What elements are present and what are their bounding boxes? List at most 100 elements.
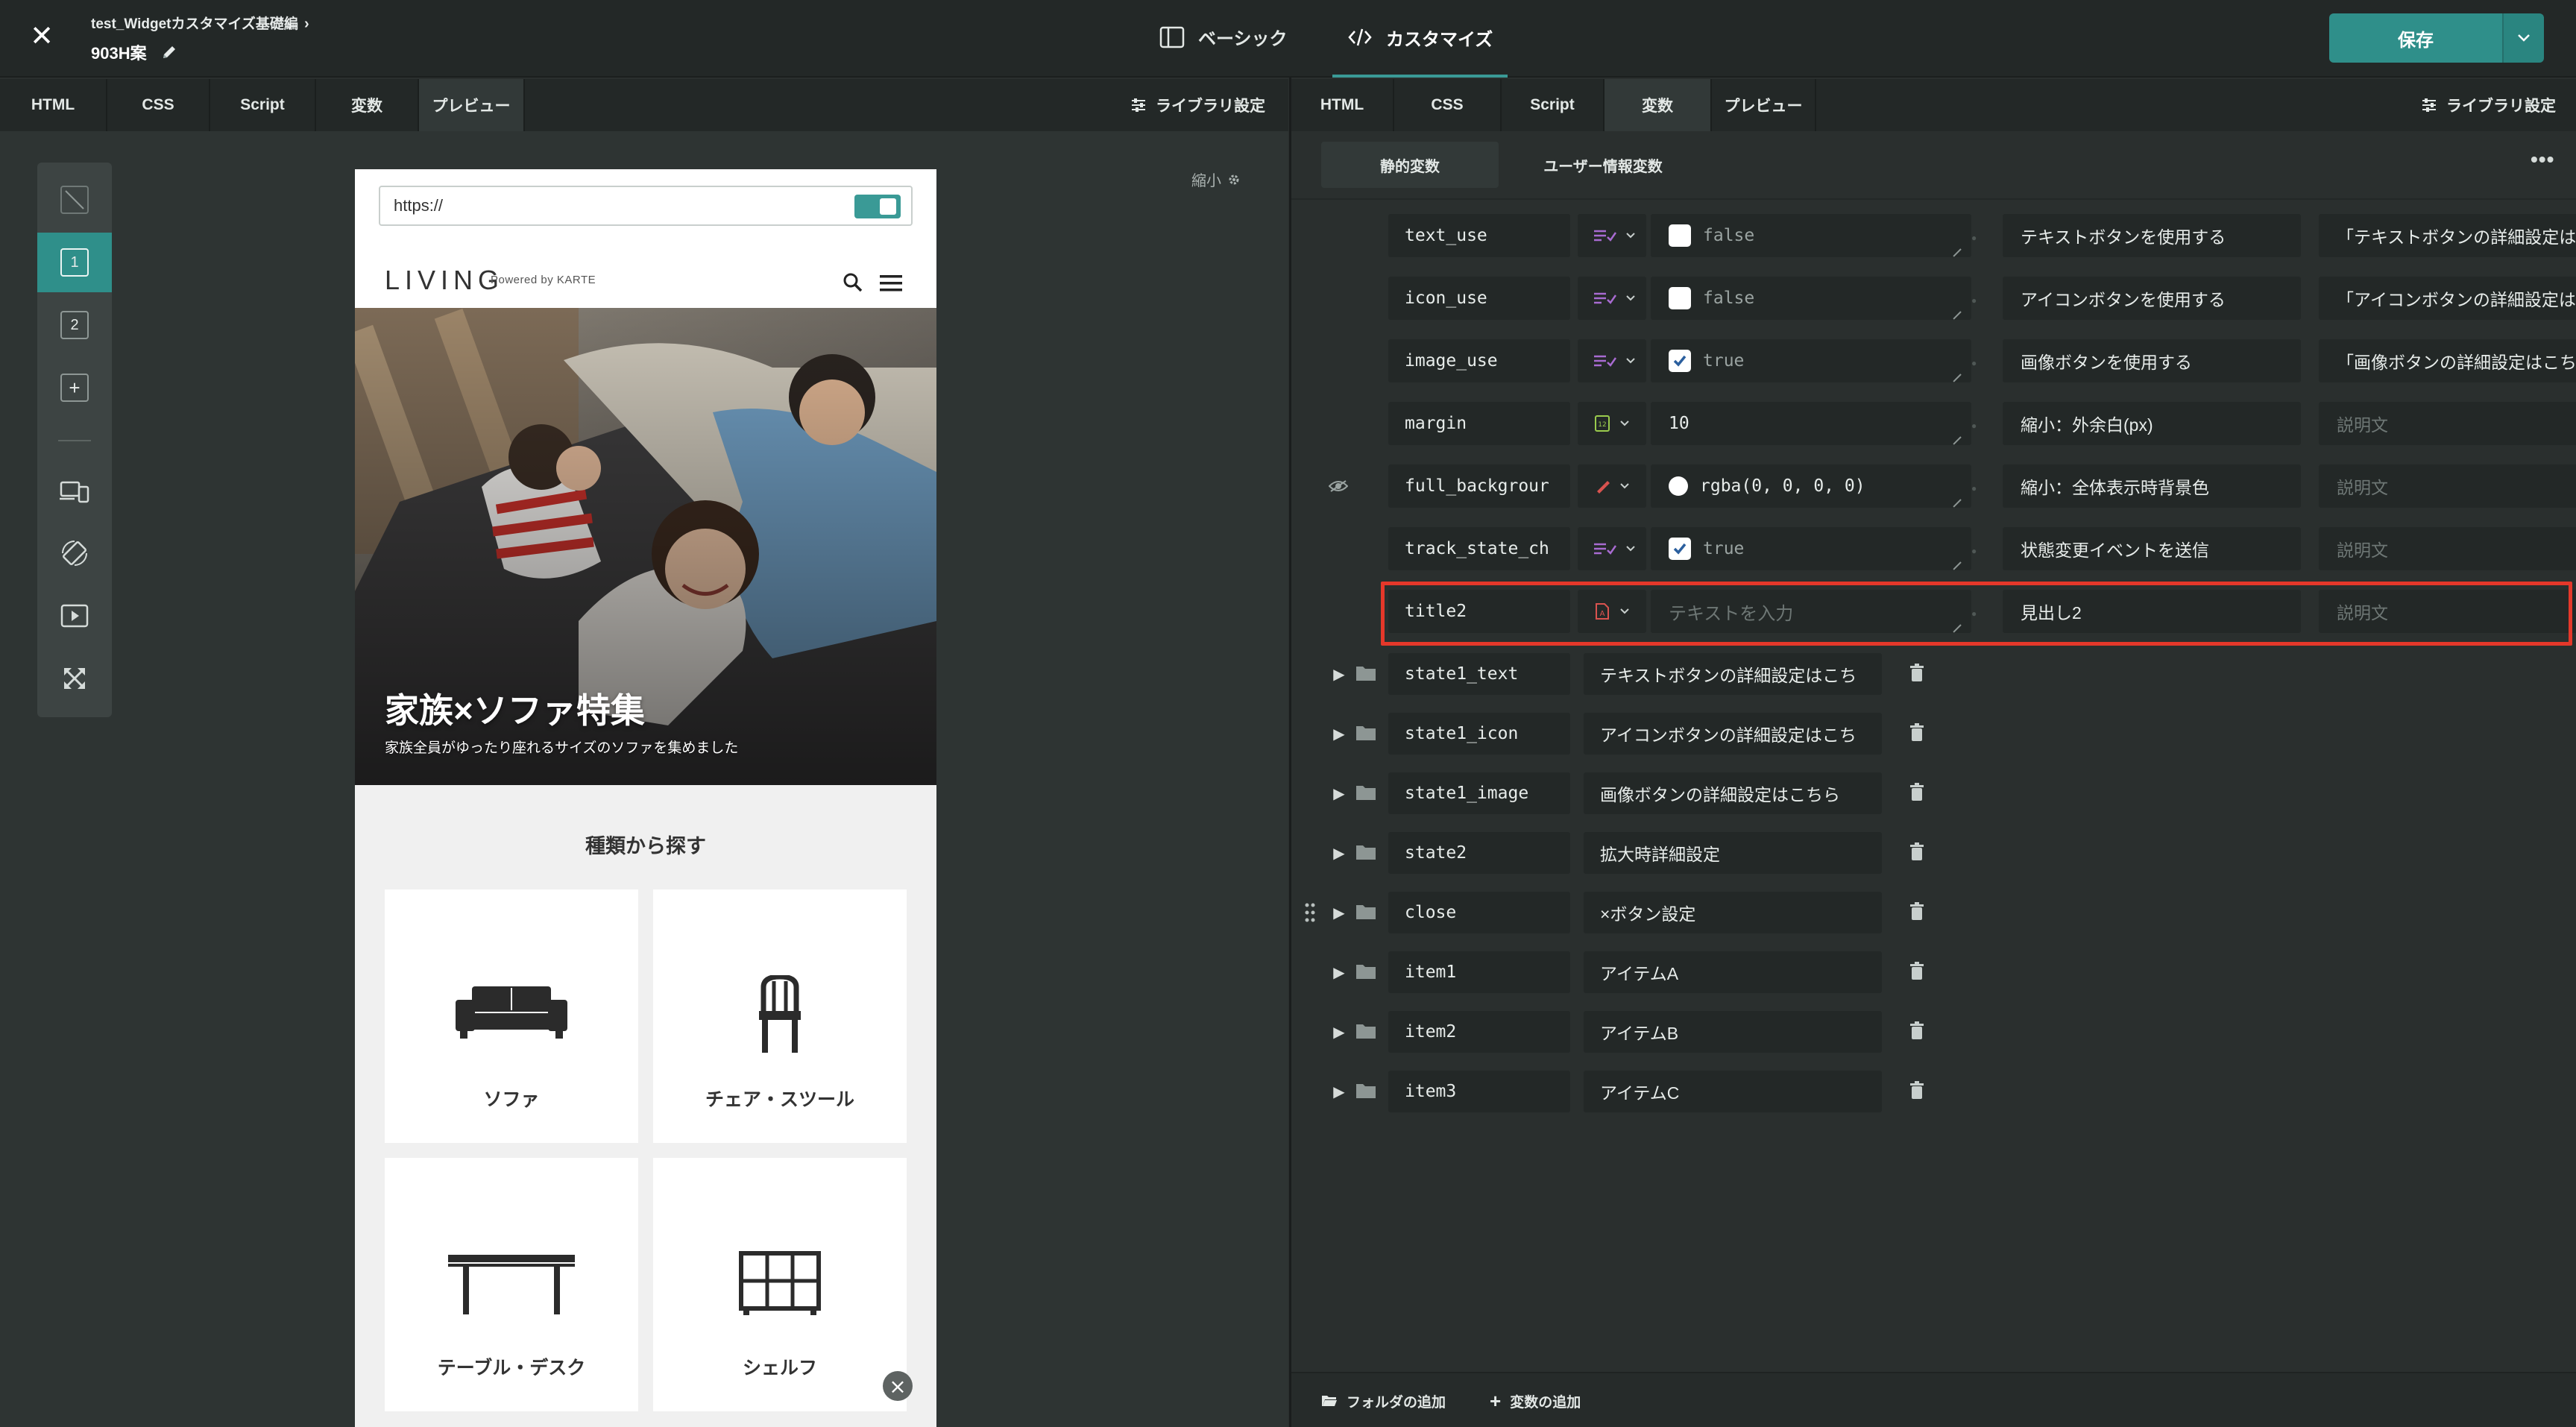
category-card-sofa[interactable]: ソファ bbox=[385, 889, 638, 1143]
right-tab-html[interactable]: HTML bbox=[1291, 79, 1394, 131]
checkbox-checked[interactable] bbox=[1669, 350, 1691, 372]
type-selector-color[interactable] bbox=[1578, 464, 1646, 508]
variable-name[interactable]: text_use bbox=[1388, 214, 1570, 257]
resize-handle-icon[interactable] bbox=[1950, 303, 1961, 314]
trash-icon[interactable] bbox=[1909, 842, 1925, 862]
folder-description[interactable]: 拡大時詳細設定 bbox=[1584, 832, 1882, 874]
mode-customize-button[interactable]: カスタマイズ bbox=[1332, 0, 1508, 78]
color-swatch[interactable] bbox=[1669, 476, 1688, 496]
folder-name[interactable]: state1_text bbox=[1388, 653, 1570, 695]
shrink-toggle[interactable]: 縮小 bbox=[1191, 168, 1241, 190]
close-icon[interactable]: ✕ bbox=[28, 19, 55, 52]
resize-handle-icon[interactable] bbox=[1950, 491, 1961, 502]
folder-name[interactable]: item3 bbox=[1388, 1071, 1570, 1112]
variable-description[interactable]: 説明文 bbox=[2319, 402, 2576, 445]
variable-name[interactable]: title2 bbox=[1388, 590, 1570, 633]
search-icon[interactable] bbox=[843, 272, 863, 293]
type-selector-number[interactable]: 12 bbox=[1578, 402, 1646, 445]
variable-name[interactable]: full_backgrour bbox=[1388, 464, 1570, 508]
url-toggle[interactable] bbox=[854, 195, 901, 218]
expand-arrow-icon[interactable]: ▶ bbox=[1330, 1021, 1348, 1042]
folder-description[interactable]: アイテムB bbox=[1584, 1011, 1882, 1053]
checkbox[interactable] bbox=[1669, 287, 1691, 309]
user-variables-tab[interactable]: ユーザー情報変数 bbox=[1514, 142, 1692, 188]
breadcrumb-label[interactable]: test_Widgetカスタマイズ基礎編 bbox=[91, 16, 298, 32]
left-tab-variables[interactable]: 変数 bbox=[316, 79, 419, 131]
left-tab-css[interactable]: CSS bbox=[107, 79, 210, 131]
resize-handle-icon[interactable] bbox=[1950, 617, 1961, 627]
rotate-button[interactable] bbox=[37, 523, 112, 583]
checkbox-checked[interactable] bbox=[1669, 538, 1691, 560]
folder-description[interactable]: アイテムC bbox=[1584, 1071, 1882, 1112]
variable-label[interactable]: 縮小：全体表示時背景色 bbox=[2003, 464, 2301, 508]
expand-arrow-icon[interactable]: ▶ bbox=[1330, 962, 1348, 983]
trash-icon[interactable] bbox=[1909, 1081, 1925, 1100]
expand-arrow-icon[interactable]: ▶ bbox=[1330, 1081, 1348, 1102]
variable-description[interactable]: 説明文 bbox=[2319, 464, 2576, 508]
pencil-icon[interactable] bbox=[160, 43, 178, 61]
variable-description[interactable]: 「アイコンボタンの詳細設定は bbox=[2319, 277, 2576, 320]
widget-close-icon[interactable]: × bbox=[883, 1371, 913, 1401]
type-selector-boolean[interactable] bbox=[1578, 214, 1646, 257]
save-button[interactable]: 保存 bbox=[2329, 13, 2502, 63]
add-variable-button[interactable]: + 変数の追加 bbox=[1490, 1388, 1581, 1414]
variable-label[interactable]: アイコンボタンを使用する bbox=[2003, 277, 2301, 320]
variable-name[interactable]: image_use bbox=[1388, 339, 1570, 382]
menu-icon[interactable] bbox=[880, 274, 902, 293]
right-tab-preview[interactable]: プレビュー bbox=[1712, 79, 1816, 131]
variable-name[interactable]: icon_use bbox=[1388, 277, 1570, 320]
resize-handle-icon[interactable] bbox=[1950, 429, 1961, 439]
folder-description[interactable]: アイテムA bbox=[1584, 951, 1882, 993]
type-selector-text[interactable]: A bbox=[1578, 590, 1646, 633]
variable-label[interactable]: 縮小：外余白(px) bbox=[2003, 402, 2301, 445]
device-toggle-button[interactable] bbox=[37, 461, 112, 520]
folder-description[interactable]: ×ボタン設定 bbox=[1584, 892, 1882, 933]
expand-arrow-icon[interactable]: ▶ bbox=[1330, 664, 1348, 684]
variable-description[interactable]: 説明文 bbox=[2319, 590, 2576, 633]
hero-banner[interactable]: 家族×ソファ特集 家族全員がゆったり座れるサイズのソファを集めました bbox=[355, 308, 936, 785]
play-button[interactable] bbox=[37, 586, 112, 646]
category-card-shelf[interactable]: シェルフ bbox=[653, 1158, 907, 1411]
folder-description[interactable]: テキストボタンの詳細設定はこち bbox=[1584, 653, 1882, 695]
add-folder-button[interactable]: フォルダの追加 bbox=[1321, 1388, 1446, 1414]
left-tab-script[interactable]: Script bbox=[210, 79, 316, 131]
variable-value[interactable]: true bbox=[1651, 527, 1971, 570]
folder-name[interactable]: item2 bbox=[1388, 1011, 1570, 1053]
category-card-chair[interactable]: チェア・スツール bbox=[653, 889, 907, 1143]
folder-name[interactable]: item1 bbox=[1388, 951, 1570, 993]
trash-icon[interactable] bbox=[1909, 902, 1925, 922]
state-2-button[interactable]: 2 bbox=[37, 295, 112, 355]
trash-icon[interactable] bbox=[1909, 783, 1925, 802]
state-1-button[interactable]: 1 bbox=[37, 233, 112, 292]
variable-value[interactable]: false bbox=[1651, 214, 1971, 257]
variable-description[interactable]: 説明文 bbox=[2319, 527, 2576, 570]
fullscreen-button[interactable] bbox=[37, 649, 112, 708]
variable-label[interactable]: 見出し2 bbox=[2003, 590, 2301, 633]
expand-arrow-icon[interactable]: ▶ bbox=[1330, 902, 1348, 923]
left-library-settings[interactable]: ライブラリ設定 bbox=[1130, 79, 1265, 131]
right-tab-script[interactable]: Script bbox=[1502, 79, 1605, 131]
folder-name[interactable]: close bbox=[1388, 892, 1570, 933]
folder-name[interactable]: state1_icon bbox=[1388, 713, 1570, 755]
trash-icon[interactable] bbox=[1909, 723, 1925, 743]
variable-description[interactable]: 「画像ボタンの詳細設定はこち bbox=[2319, 339, 2576, 382]
add-state-button[interactable]: + bbox=[37, 358, 112, 418]
right-library-settings[interactable]: ライブラリ設定 bbox=[2421, 79, 2556, 131]
folder-description[interactable]: 画像ボタンの詳細設定はこちら bbox=[1584, 772, 1882, 814]
variable-name[interactable]: margin bbox=[1388, 402, 1570, 445]
folder-name[interactable]: state2 bbox=[1388, 832, 1570, 874]
expand-arrow-icon[interactable]: ▶ bbox=[1330, 842, 1348, 863]
variable-value[interactable]: 10 bbox=[1651, 402, 1971, 445]
variable-value[interactable]: rgba(0, 0, 0, 0) bbox=[1651, 464, 1971, 508]
left-tab-preview[interactable]: プレビュー bbox=[419, 79, 525, 131]
type-selector-boolean[interactable] bbox=[1578, 527, 1646, 570]
checkbox[interactable] bbox=[1669, 224, 1691, 247]
variable-name[interactable]: track_state_ch bbox=[1388, 527, 1570, 570]
variable-value[interactable]: true bbox=[1651, 339, 1971, 382]
save-options-button[interactable] bbox=[2502, 13, 2544, 63]
url-input[interactable]: https:// bbox=[379, 186, 913, 226]
variable-label[interactable]: 画像ボタンを使用する bbox=[2003, 339, 2301, 382]
left-tab-html[interactable]: HTML bbox=[0, 79, 107, 131]
folder-description[interactable]: アイコンボタンの詳細設定はこち bbox=[1584, 713, 1882, 755]
eye-icon[interactable] bbox=[1329, 479, 1348, 493]
